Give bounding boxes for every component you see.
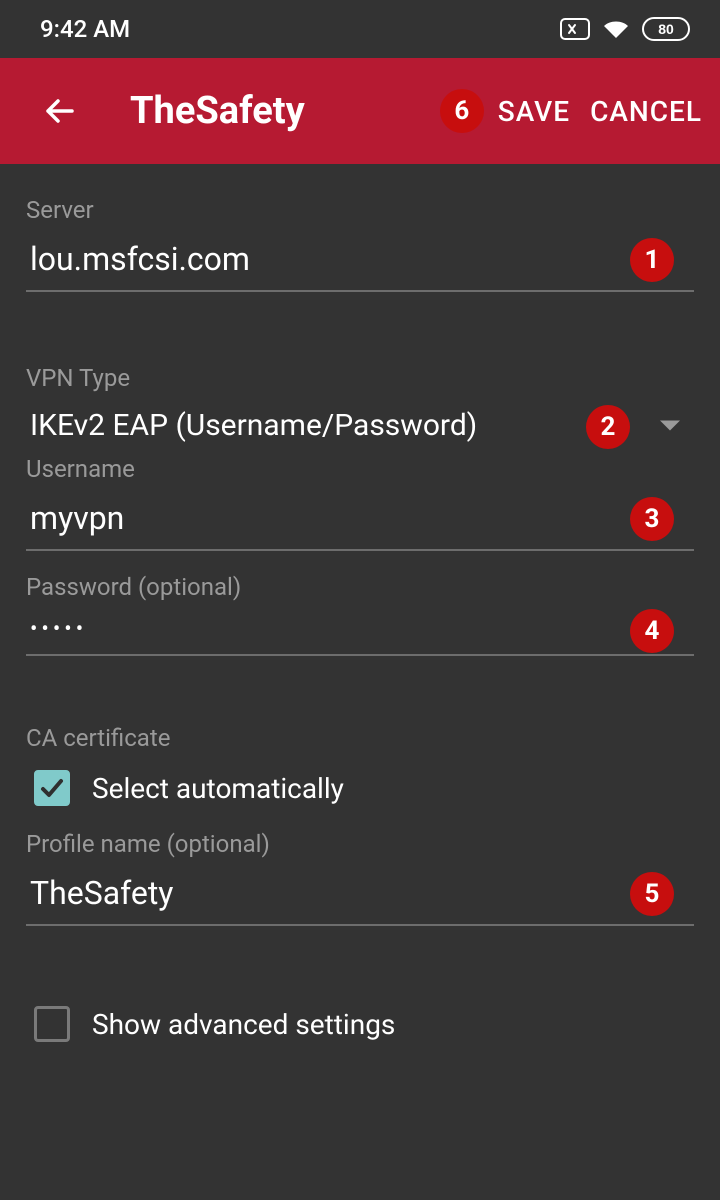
annotation-badge-6: 6 <box>440 89 484 133</box>
chevron-down-icon <box>660 417 680 436</box>
wifi-icon <box>602 18 630 40</box>
profile-name-input[interactable]: TheSafety 5 <box>26 864 694 926</box>
annotation-badge-3: 3 <box>630 497 674 541</box>
app-title: TheSafety <box>130 89 410 133</box>
save-button[interactable]: SAVE <box>498 95 570 128</box>
show-advanced-row[interactable]: Show advanced settings <box>26 1006 694 1042</box>
status-bar: 9:42 AM 80 <box>0 0 720 58</box>
username-value: myvpn <box>26 499 694 537</box>
status-icons-group: 80 <box>560 17 690 41</box>
select-automatically-label: Select automatically <box>92 772 344 805</box>
select-automatically-row[interactable]: Select automatically <box>26 770 694 806</box>
show-advanced-checkbox[interactable] <box>34 1006 70 1042</box>
cancel-button[interactable]: CANCEL <box>590 95 702 128</box>
show-advanced-label: Show advanced settings <box>92 1008 395 1041</box>
profile-name-value: TheSafety <box>26 874 694 912</box>
form-content: Server lou.msfcsi.com 1 VPN Type IKEv2 E… <box>0 164 720 1042</box>
annotation-badge-1: 1 <box>630 238 674 282</box>
server-label: Server <box>26 196 694 224</box>
username-label: Username <box>26 455 694 483</box>
annotation-badge-4: 4 <box>630 609 674 653</box>
ca-certificate-label: CA certificate <box>26 724 694 752</box>
vpn-type-dropdown[interactable]: IKEv2 EAP (Username/Password) 2 <box>26 398 694 455</box>
arrow-left-icon <box>42 93 78 129</box>
checkmark-icon <box>39 775 65 801</box>
sim-icon <box>560 18 590 40</box>
select-automatically-checkbox[interactable] <box>34 770 70 806</box>
server-input[interactable]: lou.msfcsi.com 1 <box>26 230 694 292</box>
password-value: ••••• <box>26 617 694 642</box>
app-bar: TheSafety 6 SAVE CANCEL <box>0 58 720 164</box>
svg-text:80: 80 <box>658 21 674 37</box>
annotation-badge-5: 5 <box>630 872 674 916</box>
profile-name-label: Profile name (optional) <box>26 830 694 858</box>
password-label: Password (optional) <box>26 573 694 601</box>
server-value: lou.msfcsi.com <box>26 240 694 278</box>
username-input[interactable]: myvpn 3 <box>26 489 694 551</box>
vpn-type-label: VPN Type <box>26 364 694 392</box>
password-input[interactable]: ••••• 4 <box>26 607 694 656</box>
back-button[interactable] <box>40 91 80 131</box>
status-time: 9:42 AM <box>40 15 130 43</box>
battery-icon: 80 <box>642 17 690 41</box>
annotation-badge-2: 2 <box>586 405 630 449</box>
